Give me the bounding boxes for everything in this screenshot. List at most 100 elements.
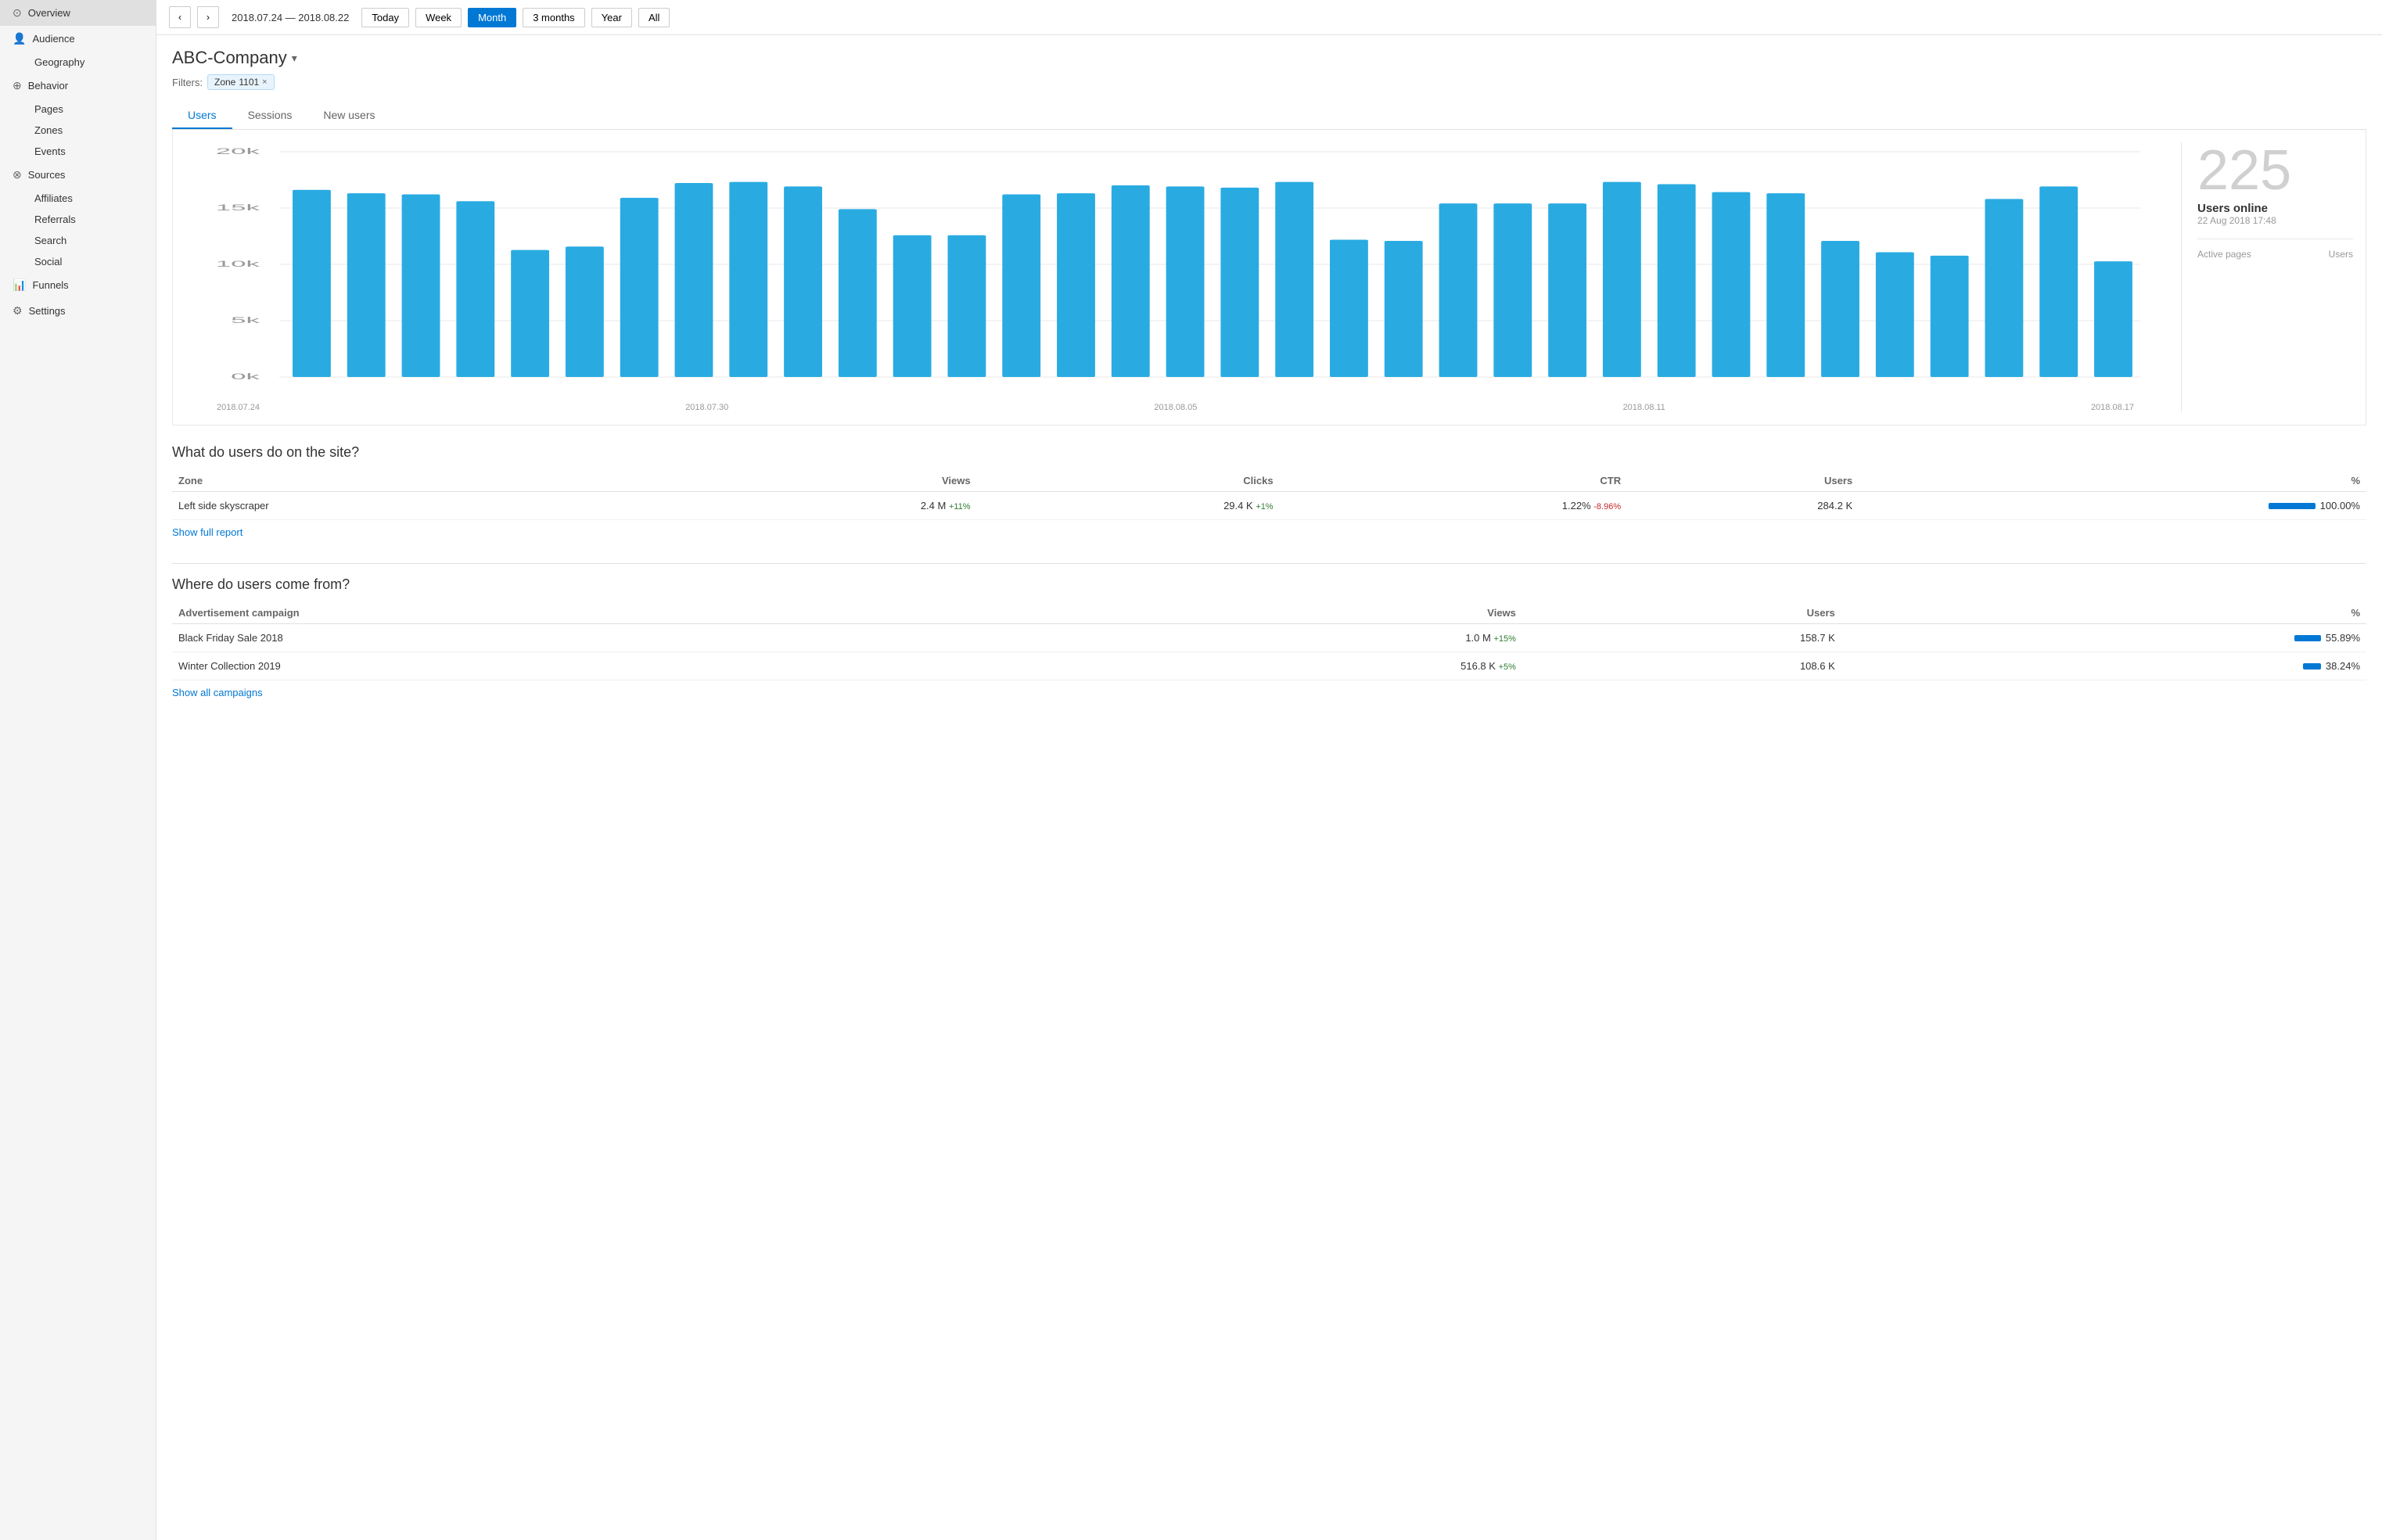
sidebar: ⊙ Overview 👤 Audience Geography ⊕ Behavi… <box>0 0 156 1540</box>
filter-tag-zone-label: Zone <box>214 77 235 88</box>
users-online-count: 225 <box>2197 142 2291 199</box>
zone-table-header: Zone Views Clicks CTR Users % <box>172 470 2366 492</box>
tab-users[interactable]: Users <box>172 102 232 129</box>
sidebar-item-affiliates[interactable]: Affiliates <box>28 188 156 209</box>
sidebar-item-overview[interactable]: ⊙ Overview <box>0 0 156 26</box>
clicks-col-header: Clicks <box>977 470 1280 492</box>
next-button[interactable]: › <box>197 6 219 28</box>
campaign-percent-col-header: % <box>1841 602 2366 624</box>
campaign-percent: 38.24% <box>1841 652 2366 680</box>
sidebar-item-sources[interactable]: ⊗ Sources <box>0 162 156 188</box>
audience-icon: 👤 <box>13 32 26 45</box>
active-pages-header: Active pages Users <box>2197 239 2353 260</box>
campaign-section-title: Where do users come from? <box>172 576 2366 593</box>
campaign-views: 1.0 M +15% <box>1067 624 1522 652</box>
sidebar-item-settings[interactable]: ⚙ Settings <box>0 298 156 324</box>
company-header: ABC-Company ▾ <box>172 48 2366 68</box>
table-row: Left side skyscraper 2.4 M +11% 29.4 K +… <box>172 492 2366 520</box>
main-content: ‹ › 2018.07.24 — 2018.08.22 Today Week M… <box>156 0 2382 1540</box>
filter-tag-value: 1101 <box>239 77 259 88</box>
campaign-users: 108.6 K <box>1522 652 1841 680</box>
campaign-percent: 55.89% <box>1841 624 2366 652</box>
svg-text:0k: 0k <box>231 372 260 382</box>
svg-text:10k: 10k <box>216 260 260 269</box>
three-months-button[interactable]: 3 months <box>523 8 584 27</box>
sidebar-item-geography[interactable]: Geography <box>28 52 156 73</box>
chart-svg: 20k 15k 10k 5k 0k <box>185 142 2165 408</box>
sidebar-item-search[interactable]: Search <box>28 230 156 251</box>
ctr-col-header: CTR <box>1280 470 1628 492</box>
users-col-header: Users <box>1627 470 1859 492</box>
x-label-1: 2018.07.24 <box>217 403 260 412</box>
campaign-table-header: Advertisement campaign Views Users % <box>172 602 2366 624</box>
sidebar-sub-sources: Affiliates Referrals Search Social <box>0 188 156 272</box>
zone-col-header: Zone <box>172 470 673 492</box>
toolbar: ‹ › 2018.07.24 — 2018.08.22 Today Week M… <box>156 0 2382 35</box>
sidebar-item-referrals[interactable]: Referrals <box>28 209 156 230</box>
tab-new-users[interactable]: New users <box>307 102 390 129</box>
zone-name: Left side skyscraper <box>172 492 673 520</box>
zone-users: 284.2 K <box>1627 492 1859 520</box>
month-button[interactable]: Month <box>468 8 516 27</box>
svg-text:5k: 5k <box>231 316 260 325</box>
svg-text:20k: 20k <box>216 147 260 156</box>
chart-container: 20k 15k 10k 5k 0k 2018.07.24 2018.07.30 <box>172 130 2366 425</box>
svg-text:15k: 15k <box>216 203 260 213</box>
percent-col-header: % <box>1859 470 2366 492</box>
company-dropdown[interactable]: ▾ <box>292 52 297 65</box>
tab-sessions[interactable]: Sessions <box>232 102 308 129</box>
sidebar-section-behavior: ⊕ Behavior Pages Zones Events <box>0 73 156 162</box>
x-label-4: 2018.08.11 <box>1623 403 1665 412</box>
sidebar-section-audience: 👤 Audience Geography <box>0 26 156 73</box>
section-divider <box>172 563 2366 564</box>
x-label-5: 2018.08.17 <box>2091 403 2134 412</box>
show-full-report-link[interactable]: Show full report <box>172 520 243 544</box>
overview-icon: ⊙ <box>13 6 22 20</box>
campaign-users: 158.7 K <box>1522 624 1841 652</box>
all-button[interactable]: All <box>638 8 670 27</box>
sidebar-item-audience[interactable]: 👤 Audience <box>0 26 156 52</box>
active-pages-users-label: Users <box>2329 249 2353 260</box>
funnels-icon: 📊 <box>13 278 26 292</box>
zone-views: 2.4 M +11% <box>673 492 976 520</box>
sidebar-item-events[interactable]: Events <box>28 141 156 162</box>
page-content: ABC-Company ▾ Filters: Zone 1101 × Users… <box>156 35 2382 736</box>
views-col-header: Views <box>673 470 976 492</box>
today-button[interactable]: Today <box>361 8 409 27</box>
users-online-label: Users online <box>2197 202 2268 215</box>
filters-row: Filters: Zone 1101 × <box>172 74 2366 90</box>
campaign-name: Winter Collection 2019 <box>172 652 1067 680</box>
sidebar-item-social[interactable]: Social <box>28 251 156 272</box>
settings-icon: ⚙ <box>13 304 23 318</box>
company-title: ABC-Company <box>172 48 287 68</box>
campaign-views: 516.8 K +5% <box>1067 652 1522 680</box>
filter-tag-close[interactable]: × <box>262 77 267 87</box>
sidebar-item-pages[interactable]: Pages <box>28 99 156 120</box>
zone-percent: 100.00% <box>1859 492 2366 520</box>
sidebar-item-zones[interactable]: Zones <box>28 120 156 141</box>
show-all-campaigns-link[interactable]: Show all campaigns <box>172 680 263 705</box>
progress-bar <box>2269 503 2316 509</box>
zone-section-title: What do users do on the site? <box>172 444 2366 461</box>
sidebar-section-sources: ⊗ Sources Affiliates Referrals Search So… <box>0 162 156 272</box>
campaign-section: Where do users come from? Advertisement … <box>172 576 2366 705</box>
filter-tag-zone: Zone 1101 × <box>207 74 275 90</box>
campaign-progress-bar <box>2303 663 2321 669</box>
campaign-percent-value: 38.24% <box>2326 660 2360 672</box>
prev-button[interactable]: ‹ <box>169 6 191 28</box>
campaign-users-col-header: Users <box>1522 602 1841 624</box>
filter-label: Filters: <box>172 77 203 88</box>
sidebar-item-funnels[interactable]: 📊 Funnels <box>0 272 156 298</box>
sidebar-sub-audience: Geography <box>0 52 156 73</box>
zone-table: Zone Views Clicks CTR Users % Left side … <box>172 470 2366 520</box>
sidebar-item-behavior[interactable]: ⊕ Behavior <box>0 73 156 99</box>
table-row: Black Friday Sale 2018 1.0 M +15% 158.7 … <box>172 624 2366 652</box>
week-button[interactable]: Week <box>415 8 462 27</box>
chart-main: 20k 15k 10k 5k 0k 2018.07.24 2018.07.30 <box>185 142 2165 412</box>
active-pages-label: Active pages <box>2197 249 2251 260</box>
chart-right-panel: 225 Users online 22 Aug 2018 17:48 Activ… <box>2181 142 2353 412</box>
campaign-percent-value: 55.89% <box>2326 632 2360 644</box>
year-button[interactable]: Year <box>591 8 632 27</box>
campaign-name: Black Friday Sale 2018 <box>172 624 1067 652</box>
campaign-views-col-header: Views <box>1067 602 1522 624</box>
